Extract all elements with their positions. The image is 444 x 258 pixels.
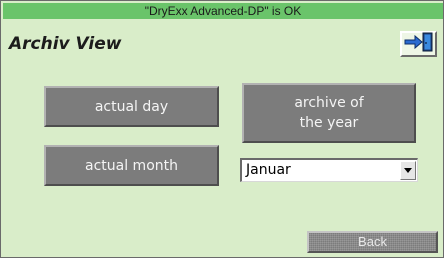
actual-month-button[interactable]: actual month [44,145,219,186]
actual-day-button[interactable]: actual day [44,86,219,127]
exit-door-icon [404,32,434,56]
archive-year-label-line1: archive of [294,95,364,111]
page-title: Archiv View [9,34,122,54]
month-select[interactable]: Januar [240,158,418,182]
archive-view-window: "DryExx Advanced-DP" is OK Archiv View a… [0,0,444,258]
month-select-value: Januar [246,162,291,178]
exit-button[interactable] [400,31,437,57]
archive-of-the-year-button[interactable]: archive of the year [242,83,416,143]
status-bar: "DryExx Advanced-DP" is OK [3,3,443,19]
archive-year-label-line2: the year [299,115,359,131]
back-button[interactable]: Back [307,231,438,253]
dropdown-arrow-icon[interactable] [400,161,416,180]
